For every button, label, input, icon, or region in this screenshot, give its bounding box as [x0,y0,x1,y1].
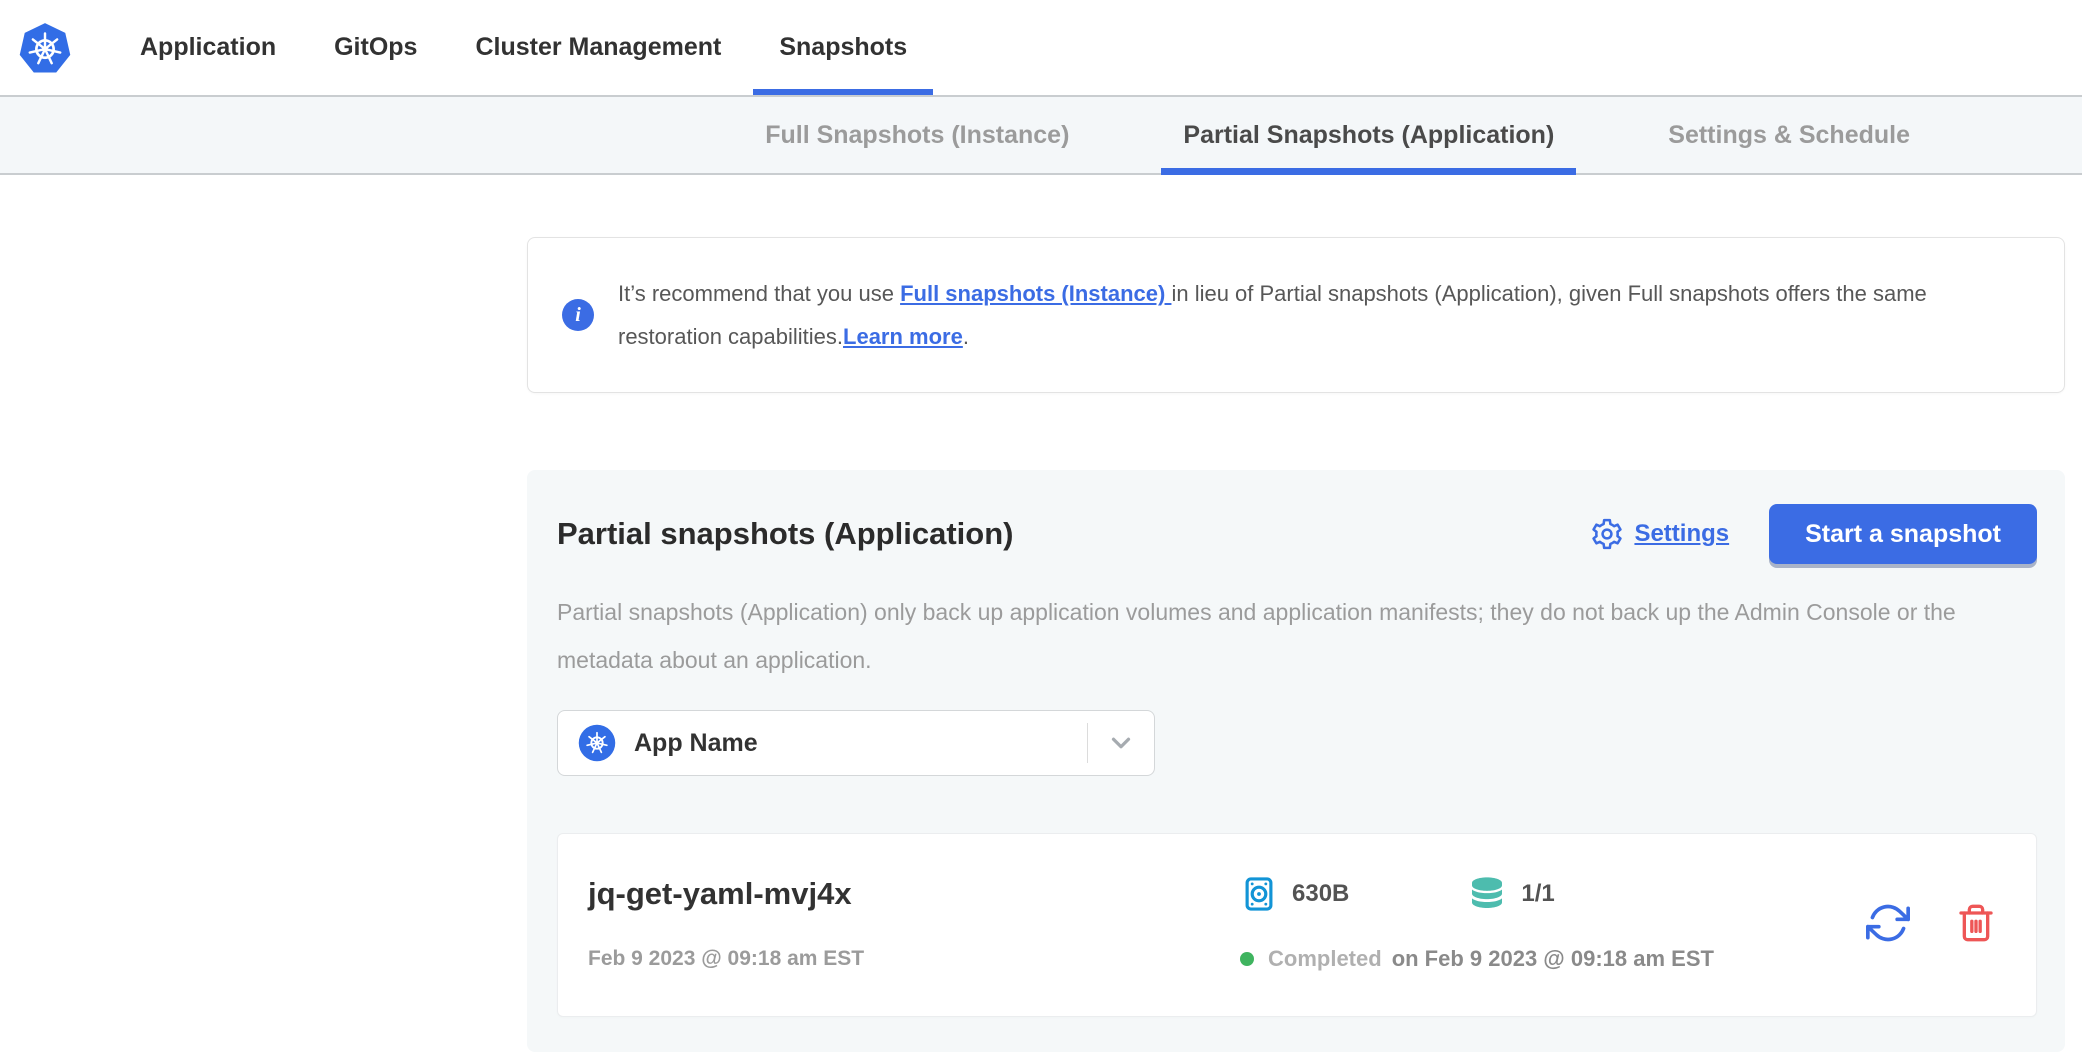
main-nav: Application GitOps Cluster Management Sn… [140,0,907,95]
panel-header: Partial snapshots (Application) Settings… [557,504,2037,564]
snapshot-settings-link[interactable]: Settings [1590,517,1729,551]
snapshot-details: jq-get-yaml-mvj4x 630B [588,874,1866,972]
database-icon [1467,874,1507,914]
panel-description: Partial snapshots (Application) only bac… [557,588,2037,684]
snapshot-started-date: Feb 9 2023 @ 09:18 am EST [588,947,1240,971]
restore-snapshot-icon[interactable] [1866,901,1910,945]
banner-text-before: It’s recommend that you use [618,281,900,306]
tab-partial-snapshots[interactable]: Partial Snapshots (Application) [1161,97,1576,173]
top-nav: Application GitOps Cluster Management Sn… [0,0,2082,97]
full-snapshots-link[interactable]: Full snapshots (Instance) [900,281,1171,306]
app-kubernetes-icon [578,724,616,762]
app-select-value: App Name [634,729,1087,758]
status-dot-icon [1240,952,1254,966]
app-name-select[interactable]: App Name [557,710,1155,776]
delete-snapshot-icon[interactable] [1956,903,1996,943]
snapshot-size-value: 630B [1292,880,1349,908]
tab-settings-schedule[interactable]: Settings & Schedule [1646,97,1932,173]
disk-icon [1240,875,1278,913]
banner-text-after: . [963,324,969,349]
snapshot-row: jq-get-yaml-mvj4x 630B [557,833,2037,1017]
banner-text: It’s recommend that you use Full snapsho… [618,272,2024,358]
snapshot-volumes: 1/1 [1467,874,1554,914]
snapshots-subnav: Full Snapshots (Instance) Partial Snapsh… [0,97,2082,175]
tab-full-snapshots[interactable]: Full Snapshots (Instance) [743,97,1091,173]
content-column: i It’s recommend that you use Full snaps… [527,237,2065,1052]
chevron-down-icon [1106,728,1136,758]
learn-more-link[interactable]: Learn more [843,324,963,349]
snapshot-actions [1866,901,2012,945]
nav-item-cluster-management[interactable]: Cluster Management [475,0,721,95]
start-snapshot-button[interactable]: Start a snapshot [1769,504,2037,564]
kubernetes-logo-icon [18,21,72,75]
nav-item-snapshots[interactable]: Snapshots [779,0,907,95]
partial-snapshots-panel: Partial snapshots (Application) Settings… [527,470,2065,1052]
snapshot-size: 630B [1240,875,1349,913]
status-label: Completed [1268,946,1382,972]
nav-item-gitops[interactable]: GitOps [334,0,417,95]
app-select-chevron[interactable] [1088,728,1154,758]
settings-link-label: Settings [1634,520,1729,548]
snapshot-name: jq-get-yaml-mvj4x [588,876,1240,912]
status-completed-time: on Feb 9 2023 @ 09:18 am EST [1392,946,1714,972]
nav-item-application[interactable]: Application [140,0,276,95]
panel-title: Partial snapshots (Application) [557,516,1590,552]
recommendation-banner: i It’s recommend that you use Full snaps… [527,237,2065,393]
info-icon: i [562,299,594,331]
snapshot-volumes-value: 1/1 [1521,880,1554,908]
snapshot-status: Completed on Feb 9 2023 @ 09:18 am EST [1240,946,1866,972]
gear-icon [1590,517,1624,551]
snapshot-metrics: 630B 1/1 [1240,874,1866,914]
